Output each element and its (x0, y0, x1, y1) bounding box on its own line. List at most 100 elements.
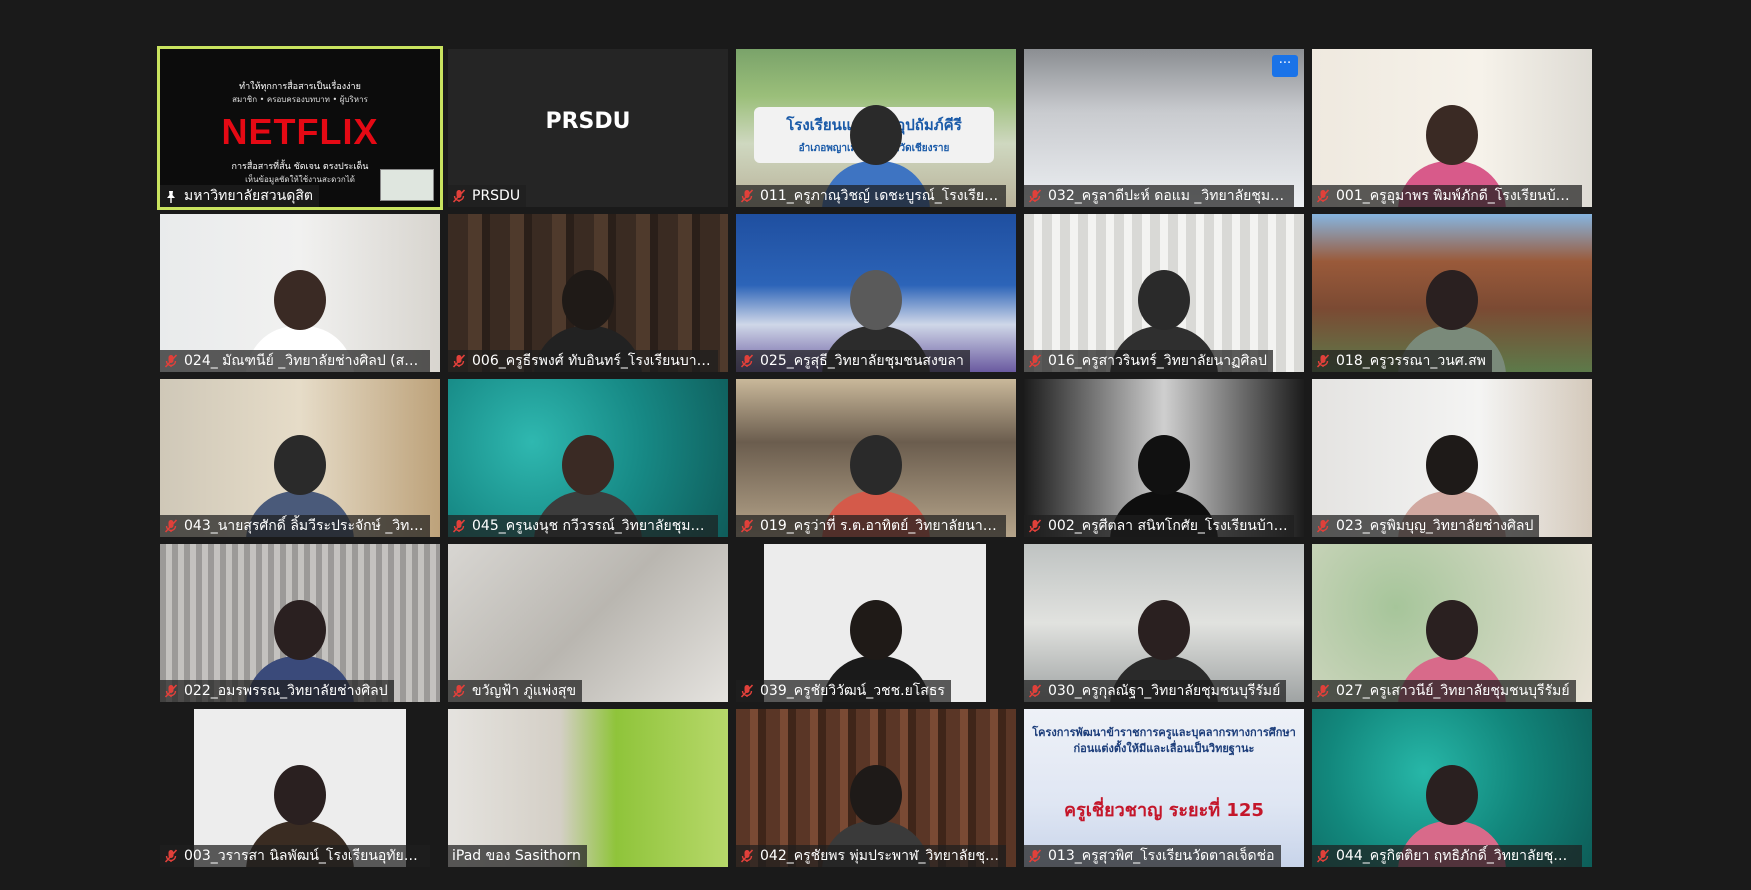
video-feed (448, 544, 728, 702)
participant-tile[interactable]: 045_ครูนงนุช กวีวรรณ์_วิทยาลัยชุมชนแพร่ (448, 379, 728, 537)
muted-mic-icon (1316, 354, 1330, 368)
participant-tile[interactable]: โรงเรียนแม่หลวงอุปถัมภ์คีรีอำเภอพญาเม็งร… (736, 49, 1016, 207)
muted-mic-icon (164, 849, 178, 863)
participant-head (850, 270, 902, 330)
participant-tile[interactable]: 024_ มัณฑนีย์ _วิทยาลัยช่างศิลป (สบศ) (160, 214, 440, 372)
participant-tile[interactable]: 025_ครูสุธี_วิทยาลัยชุมชนสงขลา (736, 214, 1016, 372)
participant-name-label: 003_วรารสา นิลพัฒน์_โรงเรียนอุทัยวิทยาคม (160, 845, 430, 867)
more-options-button[interactable]: ··· (1272, 55, 1298, 77)
participant-name-label: 016_ครูสาวรินทร์_วิทยาลัยนาฏศิลป (1024, 350, 1273, 372)
video-feed (448, 709, 728, 867)
muted-mic-icon (1316, 189, 1330, 203)
participant-head (1138, 600, 1190, 660)
muted-mic-icon (1028, 354, 1042, 368)
participant-head (1426, 600, 1478, 660)
participant-name-label: 044_ครูกิตติยา ฤทธิภักดิ์_วิทยาลัยชุมชนส… (1312, 845, 1582, 867)
self-view-thumbnail (380, 169, 434, 201)
participant-head (274, 435, 326, 495)
participant-head (274, 270, 326, 330)
participant-name: 003_วรารสา นิลพัฒน์_โรงเรียนอุทัยวิทยาคม (184, 848, 424, 864)
participant-name: 044_ครูกิตติยา ฤทธิภักดิ์_วิทยาลัยชุมชนส… (1336, 848, 1576, 864)
participant-tile[interactable]: ทำให้ทุกการสื่อสารเป็นเรื่องง่าย สมาชิก •… (157, 46, 443, 210)
participant-name-label: 006_ครูธีรพงศ์ ทับอินทร์_โรงเรียนบางระจั… (448, 350, 718, 372)
participant-name-label: 023_ครูพิมบุญ_วิทยาลัยช่างศิลป (1312, 515, 1540, 537)
participant-tile[interactable]: 022_อมรพรรณ_วิทยาลัยช่างศิลป (160, 544, 440, 702)
participant-head (562, 435, 614, 495)
participant-name-label: 043_นายสุรศักดิ์ ลิ้มวีระประจักษ์ _วิทยา… (160, 515, 430, 537)
participant-tile[interactable]: 002_ครูศีตลา สนิทโกศัย_โรงเรียนบ้านไผ่ (1024, 379, 1304, 537)
participant-tile[interactable]: 044_ครูกิตติยา ฤทธิภักดิ์_วิทยาลัยชุมชนส… (1312, 709, 1592, 867)
participant-name-label: iPad ของ Sasithorn (448, 845, 587, 867)
participant-name-label: 002_ครูศีตลา สนิทโกศัย_โรงเรียนบ้านไผ่ (1024, 515, 1294, 537)
muted-mic-icon (452, 519, 466, 533)
muted-mic-icon (452, 189, 466, 203)
muted-mic-icon (1028, 684, 1042, 698)
participant-head (850, 600, 902, 660)
participant-tile[interactable]: ··· 032_ครูลาดีปะห์ ดอแม _วิทยาลัยชุมชนนร… (1024, 49, 1304, 207)
muted-mic-icon (740, 684, 754, 698)
participant-tile[interactable]: 039_ครูชัยวิวัฒน์_วชช.ยโสธร (736, 544, 1016, 702)
slide-text: ทำให้ทุกการสื่อสารเป็นเรื่องง่าย (239, 82, 361, 92)
participant-tile[interactable]: โครงการพัฒนาข้าราชการครูและบุคลากรทางการ… (1024, 709, 1304, 867)
muted-mic-icon (740, 849, 754, 863)
muted-mic-icon (1316, 849, 1330, 863)
participant-tile[interactable]: 001_ครูอุมาพร พิมพ์ภักดี_โรงเรียนบ้านหนอ… (1312, 49, 1592, 207)
participant-name-label: 011_ครูภาณุวิชญ์ เดชะบูรณ์_โรงเรียนแม่หล… (736, 185, 1006, 207)
participant-tile[interactable]: 042_ครูชัยพร พุ่มประพาฬ_วิทยาลัยชุมชนพัง… (736, 709, 1016, 867)
participant-name-label: 022_อมรพรรณ_วิทยาลัยช่างศิลป (160, 680, 394, 702)
participant-tile[interactable]: iPad ของ Sasithorn (448, 709, 728, 867)
participant-name: 018_ครูวรรณา_วนศ.สพ (1336, 353, 1486, 369)
participant-head (850, 435, 902, 495)
participant-name: 011_ครูภาณุวิชญ์ เดชะบูรณ์_โรงเรียนแม่หล… (760, 188, 1000, 204)
participant-name: 043_นายสุรศักดิ์ ลิ้มวีระประจักษ์ _วิทยา… (184, 518, 424, 534)
muted-mic-icon (164, 519, 178, 533)
video-feed (1024, 49, 1304, 207)
muted-mic-icon (740, 519, 754, 533)
participant-name: ขวัญฟ้า ภู่แพ่งสุข (472, 683, 577, 699)
muted-mic-icon (1028, 189, 1042, 203)
participant-tile[interactable]: ขวัญฟ้า ภู่แพ่งสุข (448, 544, 728, 702)
participant-head (1426, 270, 1478, 330)
netflix-logo: NETFLIX (221, 111, 379, 152)
participant-name-label: 018_ครูวรรณา_วนศ.สพ (1312, 350, 1492, 372)
participant-name: iPad ของ Sasithorn (452, 848, 581, 864)
participant-name: 039_ครูชัยวิวัฒน์_วชช.ยโสธร (760, 683, 945, 699)
participant-tile[interactable]: PRSDU PRSDU (448, 49, 728, 207)
participant-tile[interactable]: 027_ครูเสาวนีย์_วิทยาลัยชุมชนบุรีรัมย์ (1312, 544, 1592, 702)
participant-head (850, 765, 902, 825)
participant-name: 025_ครูสุธี_วิทยาลัยชุมชนสงขลา (760, 353, 964, 369)
participant-tile[interactable]: 019_ครูว่าที่ ร.ต.อาทิตย์_วิทยาลัยนาฏศิล… (736, 379, 1016, 537)
participant-tile[interactable]: 018_ครูวรรณา_วนศ.สพ (1312, 214, 1592, 372)
participant-name-label: 042_ครูชัยพร พุ่มประพาฬ_วิทยาลัยชุมชนพัง… (736, 845, 1006, 867)
participant-tile[interactable]: 003_วรารสา นิลพัฒน์_โรงเรียนอุทัยวิทยาคม (160, 709, 440, 867)
participant-head (1426, 435, 1478, 495)
participant-head (1426, 765, 1478, 825)
participant-name-label: 019_ครูว่าที่ ร.ต.อาทิตย์_วิทยาลัยนาฏศิล… (736, 515, 1006, 537)
muted-mic-icon (740, 354, 754, 368)
participant-name-label: PRSDU (448, 185, 527, 207)
participant-name: มหาวิทยาลัยสวนดุสิต (184, 188, 313, 204)
participant-name-label: 013_ครูสุวพิศ_โรงเรียนวัดตาลเจ็ดช่อ (1024, 845, 1281, 867)
participant-head (274, 765, 326, 825)
muted-mic-icon (452, 684, 466, 698)
participant-head (1138, 270, 1190, 330)
participant-name: 019_ครูว่าที่ ร.ต.อาทิตย์_วิทยาลัยนาฏศิล… (760, 518, 1000, 534)
muted-mic-icon (164, 684, 178, 698)
participant-head (562, 270, 614, 330)
pin-icon (164, 189, 178, 203)
participant-tile[interactable]: 043_นายสุรศักดิ์ ลิ้มวีระประจักษ์ _วิทยา… (160, 379, 440, 537)
participant-name: 001_ครูอุมาพร พิมพ์ภักดี_โรงเรียนบ้านหนอ… (1336, 188, 1576, 204)
muted-mic-icon (452, 354, 466, 368)
participant-name-label: 032_ครูลาดีปะห์ ดอแม _วิทยาลัยชุมชนนราธิ… (1024, 185, 1294, 207)
participant-tile[interactable]: 030_ครูกุลณัฐา_วิทยาลัยชุมชนบุรีรัมย์ (1024, 544, 1304, 702)
participant-name: 022_อมรพรรณ_วิทยาลัยช่างศิลป (184, 683, 388, 699)
participant-name: PRSDU (472, 188, 521, 204)
participant-head (274, 600, 326, 660)
participant-tile[interactable]: 023_ครูพิมบุญ_วิทยาลัยช่างศิลป (1312, 379, 1592, 537)
participant-name: 013_ครูสุวพิศ_โรงเรียนวัดตาลเจ็ดช่อ (1048, 848, 1275, 864)
participant-tile[interactable]: 016_ครูสาวรินทร์_วิทยาลัยนาฏศิลป (1024, 214, 1304, 372)
participant-head (1426, 105, 1478, 165)
participant-tile[interactable]: 006_ครูธีรพงศ์ ทับอินทร์_โรงเรียนบางระจั… (448, 214, 728, 372)
participant-name: 024_ มัณฑนีย์ _วิทยาลัยช่างศิลป (สบศ) (184, 353, 424, 369)
participant-name-label: 025_ครูสุธี_วิทยาลัยชุมชนสงขลา (736, 350, 970, 372)
